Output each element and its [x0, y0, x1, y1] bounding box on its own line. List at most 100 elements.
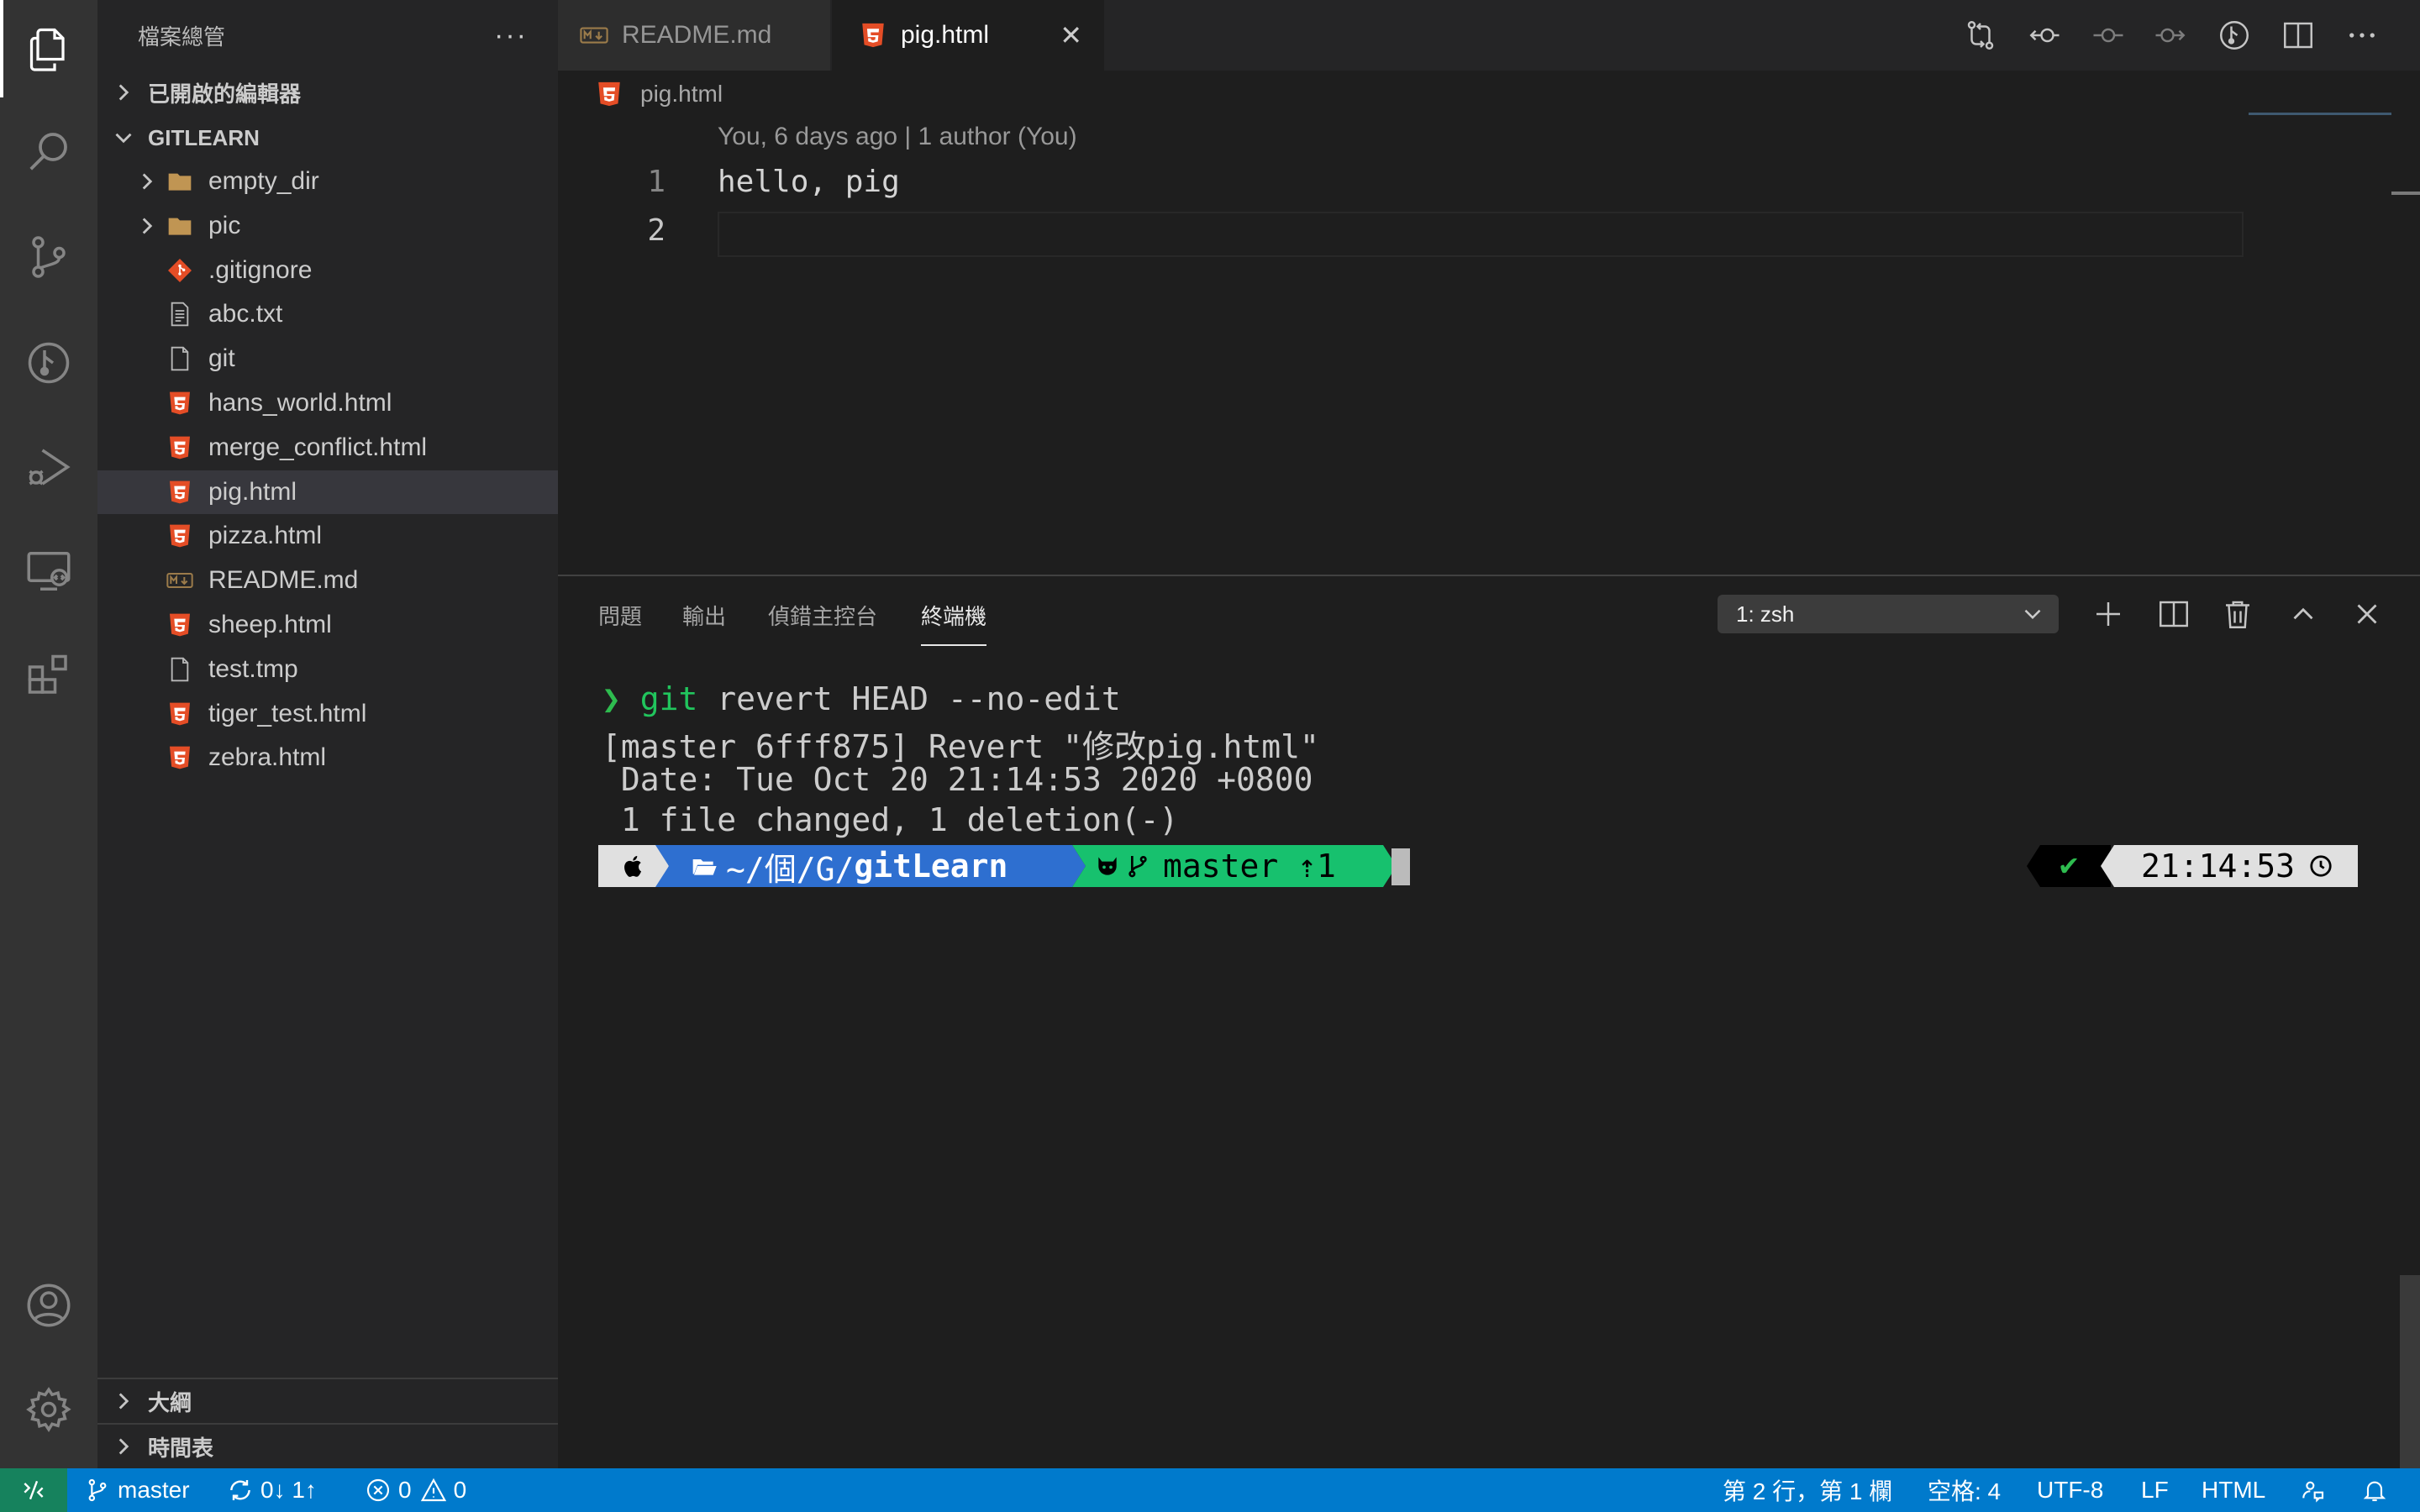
github-cat-icon — [1098, 857, 1117, 875]
end-of-line[interactable]: LF — [2141, 1468, 2169, 1512]
file-name: pig.html — [208, 478, 297, 506]
more-actions-icon[interactable] — [2344, 18, 2380, 53]
new-terminal-icon[interactable] — [2091, 596, 2126, 632]
chevron-down-icon — [115, 133, 132, 144]
file-item[interactable]: hans_world.html — [97, 381, 558, 425]
current-line-highlight — [718, 212, 2244, 257]
cursor-position[interactable]: 第 2 行，第 1 欄 — [1723, 1468, 1892, 1512]
file-name: .gitignore — [208, 256, 313, 284]
file-name: tiger_test.html — [208, 700, 367, 727]
tab-terminal[interactable]: 終端機 — [921, 600, 987, 646]
feedback-icon[interactable] — [2299, 1468, 2333, 1512]
explorer-icon[interactable] — [0, 0, 97, 97]
codelens-blame[interactable]: You, 6 days ago | 1 author (You) — [718, 123, 1077, 151]
file-item[interactable]: zebra.html — [97, 736, 558, 780]
notifications-bell-icon[interactable] — [2361, 1468, 2395, 1512]
html-icon — [598, 81, 620, 107]
file-name: abc.txt — [208, 300, 283, 328]
file-item[interactable]: merge_conflict.html — [97, 426, 558, 470]
file-icon — [165, 344, 195, 374]
file-item[interactable]: git — [97, 337, 558, 381]
language-mode[interactable]: HTML — [2202, 1468, 2265, 1512]
file-item[interactable]: abc.txt — [97, 292, 558, 336]
file-item[interactable]: tiger_test.html — [97, 692, 558, 736]
file-name: test.tmp — [208, 655, 298, 683]
split-editor-icon[interactable] — [2281, 18, 2316, 53]
problems-indicator[interactable]: 0 0 — [365, 1468, 466, 1512]
next-change-icon[interactable] — [2153, 18, 2188, 53]
file-item[interactable]: pizza.html — [97, 514, 558, 558]
terminal-select[interactable]: 1: zsh — [1718, 595, 2059, 633]
terminal-cursor — [1392, 848, 1410, 885]
html-icon — [165, 699, 195, 729]
git-graph-icon[interactable] — [0, 314, 97, 412]
file-name: README.md — [208, 566, 359, 594]
error-icon — [366, 1478, 390, 1502]
file-name: zebra.html — [208, 743, 327, 771]
tab-output[interactable]: 輸出 — [682, 600, 726, 644]
source-control-icon[interactable] — [0, 208, 97, 306]
file-icon — [165, 654, 195, 685]
open-editors-section[interactable]: 已開啟的編輯器 — [97, 71, 558, 114]
remote-indicator-icon[interactable] — [0, 1468, 67, 1512]
file-item[interactable]: README.md — [97, 559, 558, 602]
encoding[interactable]: UTF-8 — [2037, 1468, 2103, 1512]
open-changes-icon[interactable] — [1963, 18, 1998, 53]
tab-pig-html[interactable]: pig.html ✕ — [832, 0, 1104, 71]
prompt-symbol: ❯ — [602, 680, 621, 717]
tab-problems[interactable]: 問題 — [598, 600, 642, 644]
folder-item[interactable]: pic — [97, 204, 558, 248]
file-item[interactable]: .gitignore — [97, 249, 558, 292]
code-line[interactable]: hello, pig — [718, 165, 900, 199]
terminal-select-value: 1: zsh — [1736, 601, 1795, 627]
line-number: 1 — [647, 165, 666, 199]
error-count: 0 — [398, 1477, 412, 1503]
accounts-icon[interactable] — [0, 1257, 97, 1354]
commit-icon[interactable] — [2091, 18, 2126, 53]
git-branch-icon — [1128, 856, 1147, 878]
file-item[interactable]: sheep.html — [97, 603, 558, 647]
chevron-right-icon — [118, 1438, 129, 1455]
file-name: pizza.html — [208, 522, 323, 549]
close-panel-icon[interactable] — [2349, 596, 2385, 632]
tab-debug-console[interactable]: 偵錯主控台 — [768, 600, 877, 644]
workspace-section[interactable]: GITLEARN — [97, 116, 558, 160]
outline-section[interactable]: 大綱 — [97, 1379, 558, 1423]
tab-readme[interactable]: README.md — [558, 0, 830, 71]
timeline-section[interactable]: 時間表 — [97, 1425, 558, 1468]
trash-icon[interactable] — [2220, 596, 2255, 632]
split-terminal-icon[interactable] — [2156, 596, 2191, 632]
folder-item[interactable]: empty_dir — [97, 160, 558, 203]
minimap[interactable] — [2249, 113, 2391, 115]
run-debug-icon[interactable] — [0, 418, 97, 516]
settings-gear-icon[interactable] — [0, 1361, 97, 1458]
tab-label: README.md — [622, 21, 772, 49]
remote-explorer-icon[interactable] — [0, 522, 97, 620]
maximize-panel-icon[interactable] — [2286, 596, 2321, 632]
close-icon[interactable]: ✕ — [1060, 19, 1082, 51]
file-name: sheep.html — [208, 611, 332, 638]
terminal-scrollbar[interactable] — [2400, 1275, 2420, 1470]
indentation[interactable]: 空格: 4 — [1928, 1468, 2001, 1512]
path-text: ~/個/G/gitLearn — [691, 845, 1007, 888]
command-git: git — [639, 680, 698, 717]
line-number: 2 — [647, 213, 666, 248]
file-item[interactable]: pig.html — [97, 470, 558, 514]
markdown-icon — [578, 19, 610, 51]
breadcrumb[interactable]: pig.html — [595, 74, 723, 114]
terminal-output: [master 6fff875] Revert "修改pig.html" — [602, 728, 1319, 765]
search-icon[interactable] — [0, 102, 97, 200]
command-args: revert HEAD --no-edit — [697, 680, 1121, 717]
html-icon — [165, 433, 195, 463]
editor-tabs: README.md pig.html ✕ — [558, 0, 2420, 71]
file-name: pic — [208, 212, 241, 239]
file-item[interactable]: test.tmp — [97, 648, 558, 691]
previous-change-icon[interactable] — [2027, 18, 2062, 53]
html-icon — [857, 19, 889, 51]
more-actions-icon[interactable]: ··· — [494, 19, 528, 52]
extensions-icon[interactable] — [0, 627, 97, 724]
sync-indicator[interactable]: 0↓ 1↑ — [227, 1468, 317, 1512]
git-graph-icon[interactable] — [2217, 18, 2252, 53]
sync-icon — [230, 1480, 250, 1500]
branch-indicator[interactable]: master — [84, 1468, 190, 1512]
